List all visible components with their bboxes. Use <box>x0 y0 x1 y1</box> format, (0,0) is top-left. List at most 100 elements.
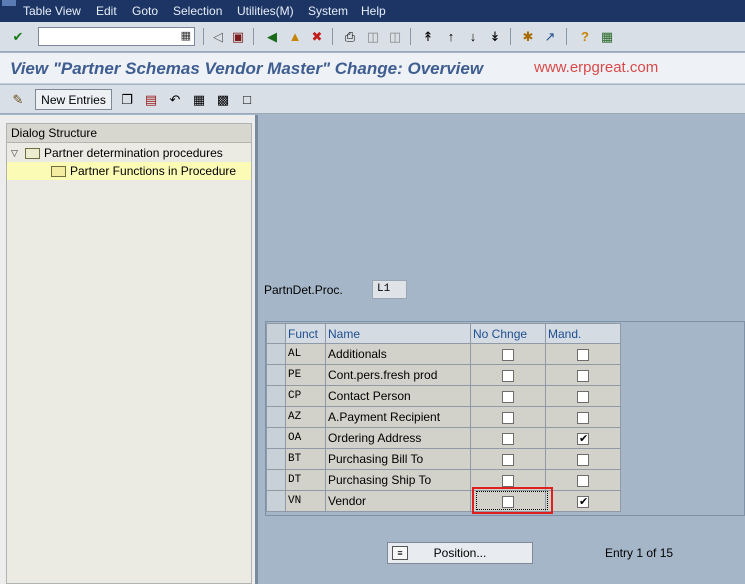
menu-system[interactable]: System <box>308 4 348 18</box>
command-field[interactable]: ▦ <box>38 27 195 46</box>
previous-page-icon[interactable]: ↑ <box>442 27 460 45</box>
back-icon[interactable]: ◀ <box>263 27 281 45</box>
select-block-icon[interactable]: ▩ <box>214 90 232 108</box>
select-all-icon[interactable]: ▦ <box>190 90 208 108</box>
first-page-icon[interactable]: ↟ <box>419 27 437 45</box>
exit-icon[interactable]: ▲ <box>286 27 304 45</box>
partner-procedure-field: L1 <box>372 280 407 299</box>
mandatory-checkbox[interactable] <box>577 453 589 466</box>
select-all-column-button[interactable] <box>266 323 286 344</box>
command-history-icon[interactable]: ▦ <box>181 29 191 42</box>
row-selector[interactable] <box>266 343 286 365</box>
funct-cell[interactable]: PE <box>285 364 326 386</box>
new-entries-button[interactable]: New Entries <box>35 89 112 110</box>
name-cell: Additionals <box>325 343 471 365</box>
toolbar-separator <box>410 28 411 45</box>
no-change-checkbox[interactable] <box>502 495 514 508</box>
mandatory-checkbox[interactable] <box>577 432 589 445</box>
menu-table-view[interactable]: Table View <box>23 4 81 18</box>
save-icon[interactable]: ▣ <box>229 27 247 45</box>
toolbar-separator <box>253 28 254 45</box>
no-change-checkbox[interactable] <box>502 432 514 445</box>
menu-bar: Table View Edit Goto Selection Utilities… <box>0 0 745 22</box>
mandatory-checkbox-cell <box>545 385 621 407</box>
position-button-label: Position... <box>433 546 487 560</box>
menu-goto[interactable]: Goto <box>132 4 158 18</box>
table-row: VN Vendor <box>266 490 621 512</box>
menu-edit[interactable]: Edit <box>96 4 117 18</box>
no-change-checkbox-cell <box>470 427 546 449</box>
find-next-icon[interactable]: ◫ <box>386 27 404 45</box>
row-selector[interactable] <box>266 448 286 470</box>
no-change-checkbox[interactable] <box>502 390 514 403</box>
row-selector[interactable] <box>266 385 286 407</box>
copy-as-icon[interactable]: ❐ <box>118 90 136 108</box>
dialog-structure-heading: Dialog Structure <box>7 124 251 143</box>
entry-count: Entry 1 of 15 <box>605 546 674 560</box>
position-button[interactable]: ≡ Position... <box>387 542 533 564</box>
name-cell: Purchasing Bill To <box>325 448 471 470</box>
toolbar-separator <box>203 28 204 45</box>
customize-layout-icon[interactable]: ▦ <box>598 27 616 45</box>
undo-change-icon[interactable]: ↶ <box>166 90 184 108</box>
find-icon[interactable]: ◫ <box>364 27 382 45</box>
tree-node-partner-determination[interactable]: ▽ Partner determination procedures <box>11 144 223 162</box>
funct-cell[interactable]: AL <box>285 343 326 365</box>
system-menu-icon[interactable] <box>2 0 16 6</box>
no-change-checkbox[interactable] <box>502 453 514 466</box>
delete-icon[interactable]: ▤ <box>142 90 160 108</box>
name-cell: Purchasing Ship To <box>325 469 471 491</box>
display-change-icon[interactable]: ✎ <box>9 90 27 108</box>
row-selector[interactable] <box>266 469 286 491</box>
mandatory-checkbox[interactable] <box>577 390 589 403</box>
cancel-icon[interactable]: ✖ <box>308 27 326 45</box>
mandatory-checkbox[interactable] <box>577 411 589 424</box>
no-change-checkbox-cell <box>470 448 546 470</box>
toolbar-separator <box>510 28 511 45</box>
column-header-funct[interactable]: Funct <box>285 323 326 344</box>
row-selector[interactable] <box>266 427 286 449</box>
row-selector[interactable] <box>266 364 286 386</box>
row-selector[interactable] <box>266 406 286 428</box>
mandatory-checkbox[interactable] <box>577 348 589 361</box>
help-icon[interactable]: ? <box>576 27 594 45</box>
no-change-checkbox[interactable] <box>502 348 514 361</box>
next-page-icon[interactable]: ↓ <box>464 27 482 45</box>
column-header-mand[interactable]: Mand. <box>545 323 621 344</box>
funct-cell[interactable]: VN <box>285 490 326 512</box>
enter-icon[interactable]: ✔ <box>9 27 27 45</box>
mandatory-checkbox-cell <box>545 364 621 386</box>
menu-utilities[interactable]: Utilities(M) <box>237 4 294 18</box>
funct-cell[interactable]: DT <box>285 469 326 491</box>
no-change-checkbox-cell <box>470 364 546 386</box>
print-icon[interactable]: ⎙ <box>341 27 359 45</box>
expand-triangle-icon[interactable]: ▽ <box>11 144 25 162</box>
mandatory-checkbox-cell <box>545 343 621 365</box>
funct-cell[interactable]: AZ <box>285 406 326 428</box>
title-bar: View "Partner Schemas Vendor Master" Cha… <box>0 53 745 84</box>
column-header-no-chnge[interactable]: No Chnge <box>470 323 546 344</box>
mandatory-checkbox-cell <box>545 448 621 470</box>
last-page-icon[interactable]: ↡ <box>486 27 504 45</box>
position-icon: ≡ <box>392 546 408 560</box>
menu-help[interactable]: Help <box>361 4 386 18</box>
mandatory-checkbox[interactable] <box>577 369 589 382</box>
funct-cell[interactable]: CP <box>285 385 326 407</box>
no-change-checkbox[interactable] <box>502 474 514 487</box>
deselect-all-icon[interactable]: □ <box>238 90 256 108</box>
funct-cell[interactable]: OA <box>285 427 326 449</box>
no-change-checkbox[interactable] <box>502 369 514 382</box>
no-change-checkbox[interactable] <box>502 411 514 424</box>
funct-cell[interactable]: BT <box>285 448 326 470</box>
mandatory-checkbox[interactable] <box>577 474 589 487</box>
no-change-checkbox-cell <box>470 385 546 407</box>
column-header-name[interactable]: Name <box>325 323 471 344</box>
menu-selection[interactable]: Selection <box>173 4 222 18</box>
tree-node-partner-functions[interactable]: Partner Functions in Procedure <box>7 162 251 180</box>
navigate-back-icon[interactable]: ◁ <box>209 27 227 45</box>
create-session-icon[interactable]: ✱ <box>519 27 537 45</box>
shortcut-icon[interactable]: ↗ <box>541 27 559 45</box>
row-selector[interactable] <box>266 490 286 512</box>
table-row: PE Cont.pers.fresh prod <box>266 364 621 386</box>
mandatory-checkbox[interactable] <box>577 495 589 508</box>
